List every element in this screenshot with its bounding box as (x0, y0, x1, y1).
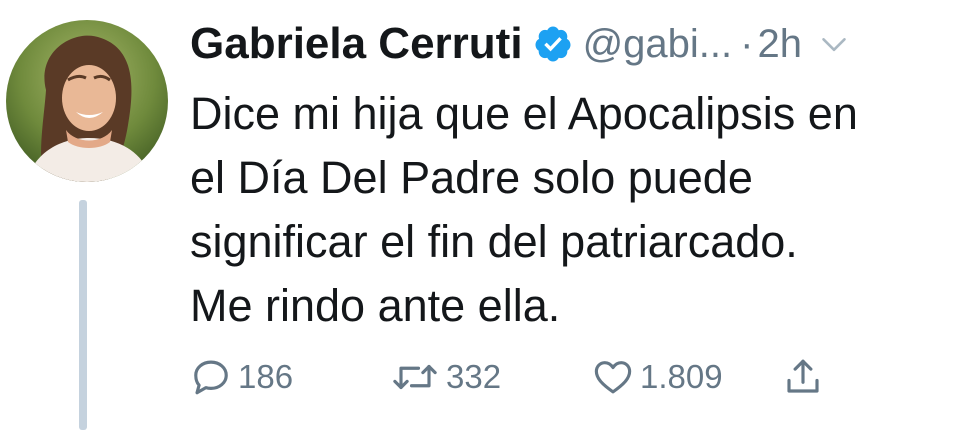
tweet-header: Gabriela Cerruti @gabi... · 2h (190, 14, 848, 74)
thread-line (79, 200, 87, 430)
like-count: 1.809 (640, 358, 723, 395)
reply-icon (190, 356, 232, 398)
tweet-text-line: Me rindo ante ella. (190, 280, 561, 331)
avatar-photo (6, 20, 168, 182)
chevron-down-icon[interactable] (820, 30, 848, 58)
share-icon (782, 356, 824, 398)
retweet-button[interactable]: 332 (390, 352, 501, 402)
retweet-count: 332 (446, 358, 502, 395)
avatar[interactable] (6, 20, 168, 182)
tweet-text-line: el Día Del Padre solo puede (190, 152, 753, 203)
share-button[interactable] (782, 352, 824, 402)
separator-dot: · (740, 21, 754, 66)
heart-icon (592, 356, 634, 398)
reply-button[interactable]: 186 (190, 352, 293, 402)
author-handle[interactable]: @gabi... (583, 22, 733, 67)
reply-count: 186 (238, 358, 294, 395)
tweet-text-line: Dice mi hija que el Apocalipsis en (190, 88, 858, 139)
author-name[interactable]: Gabriela Cerruti (190, 19, 523, 69)
tweet-text-line: significar el fin del patriarcado. (190, 216, 798, 267)
verified-badge-icon (533, 24, 573, 64)
tweet-actions: 186 332 1.809 (190, 352, 890, 402)
tweet-timestamp[interactable]: 2h (757, 22, 802, 67)
tweet-text: Dice mi hija que el Apocalipsis en el Dí… (190, 82, 950, 338)
retweet-icon (390, 356, 440, 398)
like-button[interactable]: 1.809 (592, 352, 723, 402)
